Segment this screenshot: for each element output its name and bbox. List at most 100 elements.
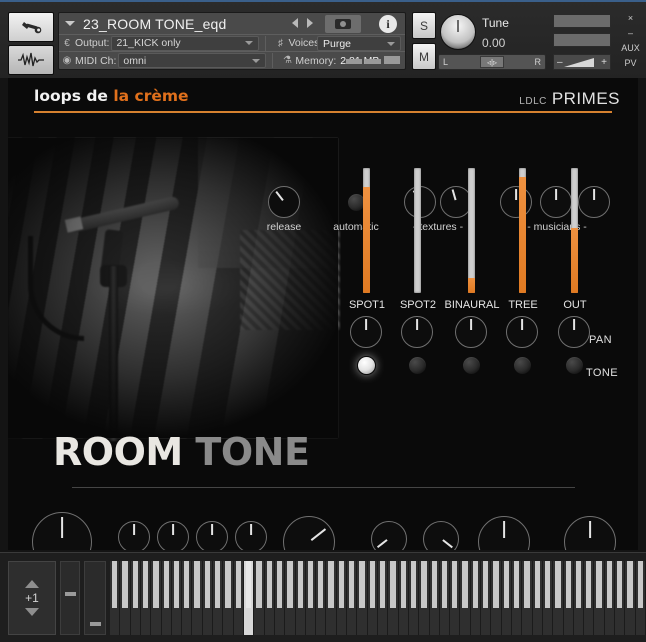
- output-select[interactable]: 21_KICK only: [111, 35, 260, 51]
- piano-key[interactable]: [295, 561, 306, 635]
- piano-key[interactable]: [110, 561, 121, 635]
- piano-key[interactable]: [491, 561, 502, 635]
- eq-h-knob[interactable]: [235, 521, 267, 550]
- pan-knob-tree[interactable]: [506, 316, 538, 348]
- volume-slider[interactable]: – +: [553, 54, 611, 70]
- piano-key[interactable]: [512, 561, 523, 635]
- snapshot-button[interactable]: [325, 15, 361, 33]
- piano-keyboard[interactable]: [110, 561, 646, 635]
- mute-button[interactable]: M: [412, 43, 436, 70]
- piano-key[interactable]: [202, 561, 214, 635]
- reverb-knob[interactable]: [564, 516, 616, 550]
- piano-key[interactable]: [584, 561, 595, 635]
- musicians-knob-3[interactable]: [578, 186, 610, 218]
- pv-button[interactable]: PV: [624, 59, 636, 68]
- volume-plus-label[interactable]: +: [601, 57, 607, 68]
- piano-key[interactable]: [151, 561, 162, 635]
- piano-key[interactable]: [213, 561, 224, 635]
- piano-key[interactable]: [553, 561, 564, 635]
- piano-key[interactable]: [254, 561, 265, 635]
- eq-hmf-knob[interactable]: [196, 521, 228, 550]
- piano-key[interactable]: [140, 561, 152, 635]
- pan-knob-out[interactable]: [558, 316, 590, 348]
- piano-key[interactable]: [625, 561, 636, 635]
- piano-key[interactable]: [388, 561, 399, 635]
- piano-key[interactable]: [367, 561, 378, 635]
- eq-lmf-knob[interactable]: [157, 521, 189, 550]
- piano-key[interactable]: [419, 561, 430, 635]
- piano-key[interactable]: [501, 561, 512, 635]
- close-icon[interactable]: ×: [628, 14, 633, 23]
- tone-toggle-spot2[interactable]: [408, 356, 427, 375]
- filters-hp-knob[interactable]: [371, 521, 407, 550]
- chevron-down-icon[interactable]: [65, 21, 75, 26]
- fader-tree[interactable]: [519, 168, 526, 293]
- piano-key[interactable]: [171, 561, 183, 635]
- filters-lp-knob[interactable]: [423, 521, 459, 550]
- wrench-icon-button[interactable]: [8, 12, 54, 42]
- tone-toggle-tree[interactable]: [513, 356, 532, 375]
- pan-knob-spot2[interactable]: [401, 316, 433, 348]
- piano-key[interactable]: [439, 561, 451, 635]
- tone-toggle-binaural[interactable]: [462, 356, 481, 375]
- piano-key[interactable]: [316, 561, 327, 635]
- piano-key[interactable]: [223, 561, 234, 635]
- piano-key[interactable]: [326, 561, 337, 635]
- piano-key[interactable]: [182, 561, 193, 635]
- piano-key[interactable]: [573, 561, 585, 635]
- piano-key[interactable]: [470, 561, 482, 635]
- piano-key[interactable]: [408, 561, 420, 635]
- piano-key[interactable]: [635, 561, 646, 635]
- piano-key[interactable]: [244, 561, 255, 635]
- instrument-name-row[interactable]: 23_ROOM TONE_eqd i: [59, 13, 405, 35]
- drive-knob[interactable]: [283, 516, 335, 550]
- piano-key[interactable]: [532, 561, 543, 635]
- eq-b-knob[interactable]: [118, 521, 150, 550]
- piano-key[interactable]: [542, 561, 554, 635]
- tone-toggle-spot1[interactable]: [357, 356, 376, 375]
- fader-out[interactable]: [571, 168, 578, 293]
- keyrange-min-button[interactable]: [60, 561, 80, 635]
- piano-key[interactable]: [347, 561, 358, 635]
- previous-preset-icon[interactable]: [292, 18, 298, 28]
- piano-key[interactable]: [429, 561, 440, 635]
- aux-button[interactable]: AUX: [621, 44, 640, 53]
- purge-select[interactable]: Purge: [317, 36, 401, 51]
- pan-slider[interactable]: L ◃|▹ R: [438, 54, 546, 70]
- piano-key[interactable]: [450, 561, 461, 635]
- piano-key[interactable]: [481, 561, 492, 635]
- piano-key[interactable]: [378, 561, 389, 635]
- tone-toggle-out[interactable]: [565, 356, 584, 375]
- piano-key[interactable]: [398, 561, 409, 635]
- tune-knob[interactable]: [440, 14, 476, 50]
- waveform-icon-button[interactable]: [8, 45, 54, 75]
- piano-key[interactable]: [264, 561, 275, 635]
- piano-key[interactable]: [460, 561, 471, 635]
- piano-key[interactable]: [357, 561, 368, 635]
- piano-key[interactable]: [233, 561, 244, 635]
- octave-up-icon[interactable]: [25, 580, 39, 588]
- octave-down-icon[interactable]: [25, 608, 39, 616]
- fader-spot1[interactable]: [363, 168, 370, 293]
- pan-handle[interactable]: ◃|▹: [480, 56, 504, 68]
- piano-key[interactable]: [285, 561, 296, 635]
- release-knob[interactable]: [268, 186, 300, 218]
- next-preset-icon[interactable]: [307, 18, 313, 28]
- piano-key[interactable]: [161, 561, 172, 635]
- piano-key[interactable]: [130, 561, 141, 635]
- piano-key[interactable]: [305, 561, 317, 635]
- octave-control[interactable]: +1: [8, 561, 56, 635]
- minimize-icon[interactable]: –: [628, 29, 633, 38]
- piano-key[interactable]: [604, 561, 616, 635]
- midi-channel-select[interactable]: omni: [118, 53, 267, 68]
- piano-key[interactable]: [563, 561, 574, 635]
- solo-button[interactable]: S: [412, 12, 436, 39]
- pan-knob-spot1[interactable]: [350, 316, 382, 348]
- piano-key[interactable]: [336, 561, 348, 635]
- piano-key[interactable]: [192, 561, 203, 635]
- piano-key[interactable]: [594, 561, 605, 635]
- volume-minus-label[interactable]: –: [557, 57, 563, 68]
- piano-key[interactable]: [522, 561, 533, 635]
- piano-key[interactable]: [615, 561, 626, 635]
- keyrange-max-button[interactable]: [84, 561, 106, 635]
